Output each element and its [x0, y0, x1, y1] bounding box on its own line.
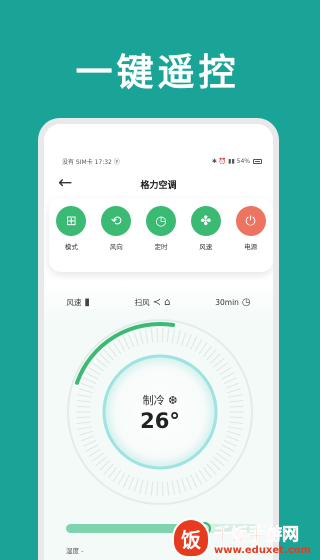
timer-control[interactable]: 30min ◷: [215, 297, 250, 308]
status-right-text: ✱ ⏰ ▮▮ 54%: [211, 157, 250, 165]
mode-label-mode: 模式: [64, 243, 78, 251]
fan-icon[interactable]: ✤: [190, 206, 221, 236]
clock-icon[interactable]: ◷: [145, 206, 176, 236]
battery-icon: [253, 158, 262, 164]
fan-speed-control[interactable]: 风速 ▮: [66, 297, 90, 308]
mode-label-power: 电源: [244, 243, 258, 251]
app-screen: 没有 SIM卡 17:32 ⓟ ✱ ⏰ ▮▮ 54% ← 格力空调 ⊞ 模式 ⟲ 风向…: [44, 124, 273, 560]
swing-icon: ≺ ⌂: [152, 297, 171, 308]
control-row: 风速 ▮ 扫风 ≺ ⌂ 30min ◷: [44, 297, 273, 308]
status-right: ✱ ⏰ ▮▮ 54%: [212, 158, 262, 165]
mode-label-wind-direction: 风向: [109, 243, 123, 251]
mode-label-fan-speed: 风速: [199, 243, 213, 251]
swing-label: 扫风: [134, 298, 150, 307]
mode-item-mode[interactable]: ⊞ 模式: [53, 206, 89, 272]
status-left: 没有 SIM卡 17:32 ⓟ: [62, 158, 120, 166]
watermark-logo: 饭 千饭手游网 www.eduxet.com: [172, 516, 315, 560]
temperature-value: 26°: [140, 409, 180, 433]
watermark-badge: 饭: [172, 518, 210, 558]
swap-icon[interactable]: ⟲: [101, 206, 132, 236]
mode-item-power[interactable]: ⏻ 电源: [233, 206, 269, 272]
mode-item-timer[interactable]: ◷ 定时: [143, 206, 179, 272]
dial-readout: 制冷 ❆ 26°: [60, 312, 260, 512]
timer-value: 30min: [215, 298, 239, 307]
status-bar: 没有 SIM卡 17:32 ⓟ ✱ ⏰ ▮▮ 54%: [62, 156, 262, 166]
page-title: 格力空调: [140, 181, 177, 191]
watermark-url: www.eduxet.com: [214, 545, 311, 556]
swing-control[interactable]: 扫风 ≺ ⌂: [135, 297, 171, 308]
signal-bars-icon: ▮: [84, 297, 90, 308]
clock-icon: ◷: [241, 297, 251, 308]
watermark-texts: 千饭手游网 www.eduxet.com: [214, 520, 311, 556]
cooling-mode-label: 制冷 ❆: [142, 394, 178, 407]
mode-label-timer: 定时: [154, 243, 168, 251]
mode-panel: ⊞ 模式 ⟲ 风向 ◷ 定时 ✤ 风速 ⏻ 电源: [49, 198, 273, 272]
app-bar: ← 格力空调: [44, 174, 273, 194]
headline: 一键遥控: [75, 51, 240, 94]
humidity-label: 湿度 -: [66, 547, 84, 555]
watermark-main: 千饭手游网: [214, 525, 299, 546]
grid-icon[interactable]: ⊞: [56, 206, 87, 236]
power-icon[interactable]: ⏻: [235, 206, 266, 236]
temperature-dial[interactable]: 制冷 ❆ 26°: [60, 312, 260, 512]
fan-speed-label: 风速: [66, 298, 82, 307]
mode-item-wind-direction[interactable]: ⟲ 风向: [98, 206, 134, 272]
phone-frame: 没有 SIM卡 17:32 ⓟ ✱ ⏰ ▮▮ 54% ← 格力空调 ⊞ 模式 ⟲ 风向…: [38, 118, 279, 560]
mode-item-fan-speed[interactable]: ✤ 风速: [188, 206, 224, 272]
